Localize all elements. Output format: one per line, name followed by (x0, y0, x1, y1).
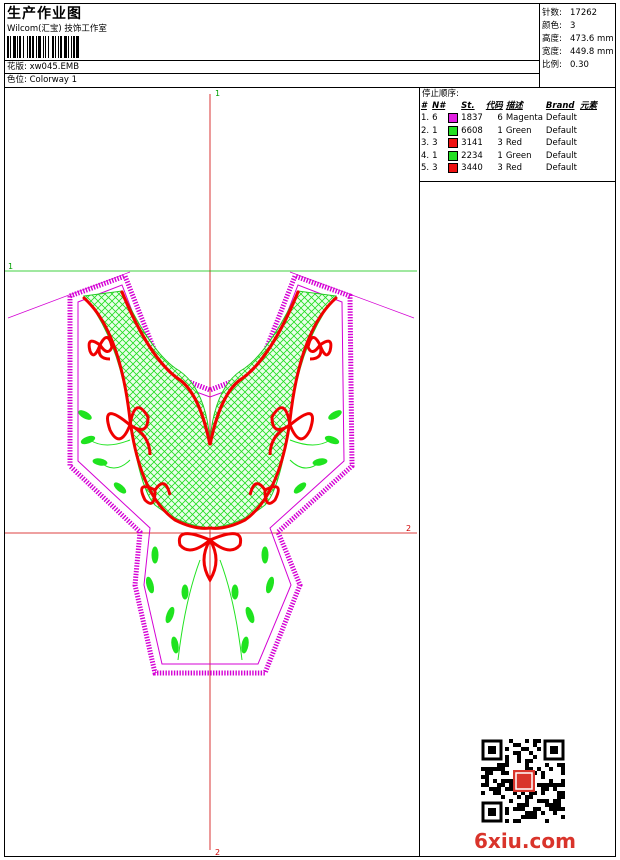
col-desc: 描述 (505, 101, 523, 111)
col-brand: Brand (545, 101, 575, 111)
colorway-value: Colorway 1 (29, 75, 78, 85)
marker-right: 2 (406, 524, 411, 533)
design-label: 花版: (7, 62, 27, 72)
table-header-row: # N# St. 代码 描述 Brand 元素 (421, 101, 600, 112)
stop-sequence-title: 停止顺序: (422, 89, 459, 99)
row-st: 3 (497, 138, 503, 149)
row-swatch-cell (448, 150, 461, 163)
header-divider-2 (4, 73, 540, 74)
stat-value: 3 (570, 21, 576, 31)
row-index: 5. (421, 163, 430, 174)
row-n: 3 (432, 138, 438, 149)
side-panel-divider (419, 87, 420, 857)
row-brand: Default (545, 113, 577, 124)
stop-sequence-table: # N# St. 代码 描述 Brand 元素 1. 6 1837 6 Mage… (421, 101, 600, 175)
stat-label: 宽度: (542, 47, 562, 57)
stat-label: 比例: (542, 60, 562, 70)
row-desc: Green (505, 150, 532, 161)
row-desc: Magenta (505, 113, 543, 124)
row-st: 3 (497, 163, 503, 174)
row-st: 1 (497, 150, 503, 161)
stat-label: 颜色: (542, 21, 562, 31)
stat-label: 高度: (542, 34, 562, 44)
header-divider-1 (4, 60, 540, 61)
row-swatch-cell (448, 125, 461, 138)
qr-code (481, 739, 565, 823)
marker-left: 1 (8, 262, 13, 271)
row-code: 6608 (461, 125, 483, 136)
row-n: 1 (432, 125, 438, 136)
company-name: Wilcom(汇宝) 技饰工作室 (7, 24, 107, 34)
marker-bottom: 2 (215, 848, 220, 856)
col-st: St. (461, 101, 475, 111)
design-canvas: 1 1 2 2 (5, 89, 417, 856)
row-element (580, 112, 600, 125)
color-swatch (448, 138, 459, 148)
row-n: 6 (432, 113, 438, 124)
color-swatch (448, 113, 459, 123)
row-index: 4. (421, 150, 430, 161)
row-element (580, 150, 600, 163)
colorway-label: 色位: (7, 75, 27, 85)
marker-top: 1 (215, 89, 220, 98)
row-desc: Red (505, 163, 522, 174)
side-panel-table-bottom (419, 181, 616, 182)
color-swatch (448, 125, 459, 136)
table-row: 3. 3 3141 3 Red Default (421, 137, 600, 150)
table-row: 5. 3 3440 3 Red Default (421, 162, 600, 175)
stat-stitches: 针数: 17262 (542, 6, 597, 18)
row-element (580, 162, 600, 175)
stat-width: 宽度: 449.8 mm (542, 45, 614, 57)
page-title: 生产作业图 (7, 6, 82, 22)
row-code: 2234 (461, 150, 483, 161)
stat-label: 针数: (542, 8, 562, 18)
color-swatch (448, 163, 459, 173)
watermark-logo: 6xiu.com (474, 829, 576, 853)
row-brand: Default (545, 163, 577, 174)
stat-value: 0.30 (570, 60, 589, 70)
stat-value: 449.8 mm (570, 47, 614, 57)
row-st: 6 (497, 113, 503, 124)
col-swatch (448, 101, 461, 112)
row-brand: Default (545, 150, 577, 161)
row-st: 1 (497, 125, 503, 136)
table-row: 4. 1 2234 1 Green Default (421, 150, 600, 163)
stat-height: 高度: 473.6 mm (542, 32, 614, 44)
row-index: 1. (421, 113, 430, 124)
row-code: 3440 (461, 163, 483, 174)
col-element: 元素 (579, 101, 597, 111)
table-row: 1. 6 1837 6 Magenta Default (421, 112, 600, 125)
row-brand: Default (545, 125, 577, 136)
design-value: xw045.EMB (29, 62, 80, 72)
row-desc: Red (505, 138, 522, 149)
col-code: 代码 (485, 101, 503, 111)
col-index: # (421, 101, 427, 111)
stats-divider (539, 3, 540, 88)
design-name-row: 花版: xw045.EMB (7, 62, 79, 72)
row-n: 3 (432, 163, 438, 174)
row-element (580, 137, 600, 150)
col-n: N# (432, 101, 446, 111)
row-swatch-cell (448, 112, 461, 125)
row-index: 2. (421, 125, 430, 136)
color-swatch (448, 150, 459, 161)
stat-scale: 比例: 0.30 (542, 58, 589, 70)
row-swatch-cell (448, 162, 461, 175)
row-element (580, 125, 600, 138)
row-n: 1 (432, 150, 438, 161)
row-index: 3. (421, 138, 430, 149)
stat-value: 17262 (570, 8, 598, 18)
row-desc: Green (505, 125, 532, 136)
stat-value: 473.6 mm (570, 34, 614, 44)
barcode (7, 36, 79, 58)
row-code: 1837 (461, 113, 483, 124)
colorway-row: 色位: Colorway 1 (7, 75, 77, 85)
row-brand: Default (545, 138, 577, 149)
row-code: 3141 (461, 138, 483, 149)
row-swatch-cell (448, 137, 461, 150)
stat-colors: 颜色: 3 (542, 19, 575, 31)
table-row: 2. 1 6608 1 Green Default (421, 125, 600, 138)
